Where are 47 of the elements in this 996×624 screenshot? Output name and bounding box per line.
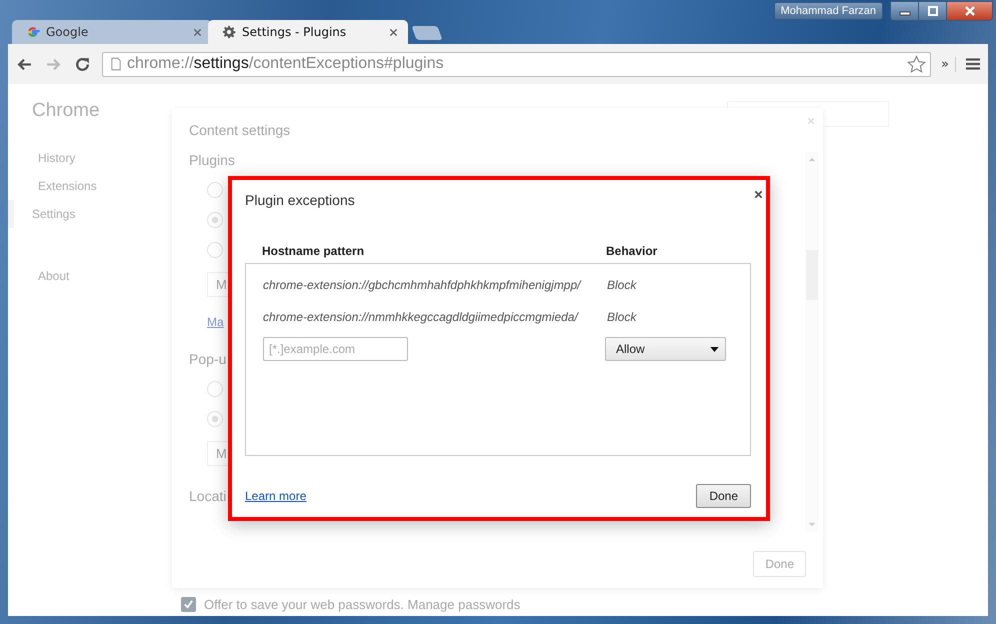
menu-icon[interactable] — [966, 58, 980, 70]
overflow-chevron[interactable]: » — [941, 56, 956, 72]
page-icon — [111, 57, 121, 71]
section-heading: Locati — [189, 488, 226, 504]
minimize-button[interactable] — [891, 2, 919, 20]
star-icon[interactable] — [907, 54, 926, 74]
checkbox-label: Offer to save your web passwords. Manage passwords — [204, 597, 520, 612]
sidebar-title: Chrome — [31, 100, 101, 122]
scroll-up-icon[interactable] — [808, 157, 816, 162]
section-heading: Pop-u — [189, 351, 226, 367]
learn-more-link[interactable]: Learn more — [245, 489, 306, 503]
checkbox[interactable] — [181, 597, 196, 612]
scroll-down-icon[interactable] — [808, 522, 816, 527]
maximize-icon — [926, 6, 938, 16]
profile-button[interactable]: Mohammad Farzan — [774, 2, 883, 20]
maximize-button[interactable] — [919, 2, 947, 20]
done-button[interactable]: Done — [696, 484, 751, 508]
section-heading: Plugins — [189, 152, 235, 168]
radio-button[interactable] — [207, 242, 223, 258]
address-bar[interactable]: chrome://settings/contentExceptions#plugins — [102, 52, 932, 76]
behavior-dropdown[interactable]: Allow — [605, 337, 726, 361]
radio-button[interactable] — [207, 411, 223, 427]
column-header: Hostname pattern — [262, 244, 366, 258]
radio-button[interactable] — [207, 212, 223, 228]
multicolor-g-icon — [26, 25, 40, 39]
browser-tab[interactable]: Google — [12, 20, 212, 44]
close-icon[interactable] — [193, 28, 202, 36]
scrollbar[interactable] — [805, 152, 819, 532]
behavior-value: Block — [607, 310, 636, 324]
caret-icon — [710, 346, 719, 352]
hostname-input[interactable]: [*.]example.com — [263, 337, 408, 361]
browser-tab[interactable]: Settings - Plugins — [208, 20, 408, 44]
hostname-pattern: chrome-extension://nmmhkkegccagdldgiimedpiccmgmieda/ — [263, 310, 580, 324]
radio-button[interactable] — [207, 381, 223, 397]
close-icon[interactable] — [389, 28, 398, 36]
dialog-title: Content settings — [189, 122, 290, 138]
gear-icon — [222, 25, 236, 39]
hostname-pattern: chrome-extension://gbchcmhmhahfdphkhkmpfmihenigjmpp/ — [263, 278, 582, 292]
reload-icon[interactable] — [74, 56, 91, 72]
close-icon — [964, 6, 976, 16]
dialog-title: Plugin exceptions — [245, 192, 355, 208]
behavior-value: Block — [607, 278, 636, 292]
new-tab-button[interactable] — [411, 26, 443, 40]
close-icon[interactable] — [754, 190, 763, 198]
close-window-button[interactable] — [947, 2, 992, 20]
radio-button[interactable] — [207, 182, 223, 198]
column-header: Behavior — [606, 244, 658, 258]
